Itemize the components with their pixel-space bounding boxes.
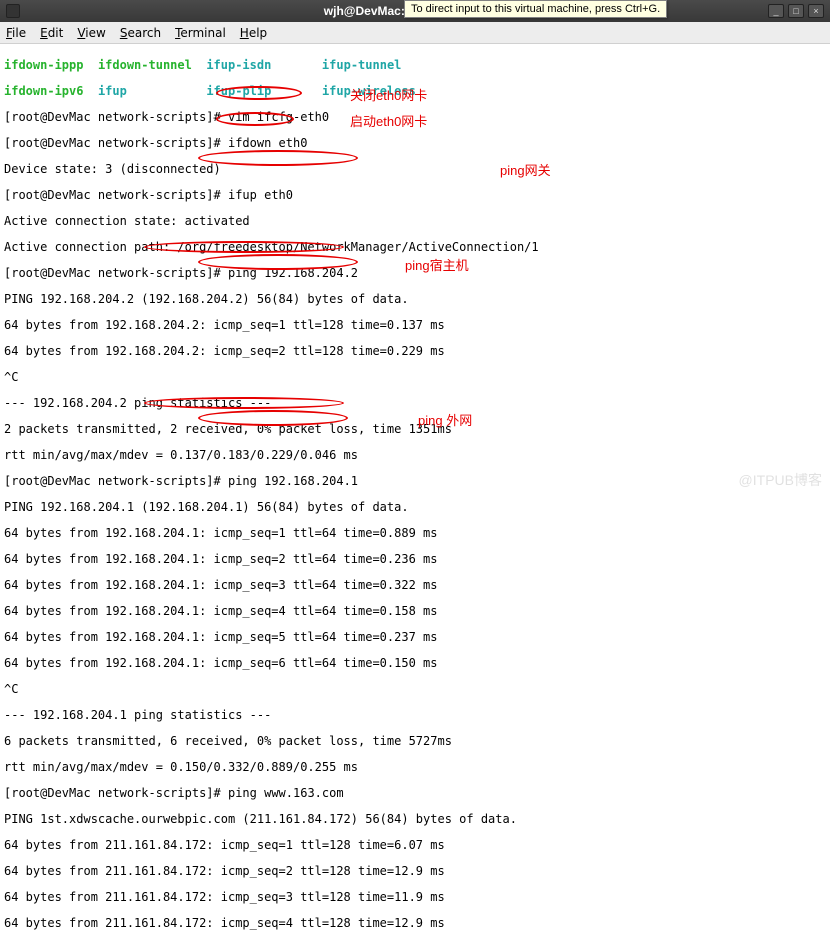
term-line: [root@DevMac network-scripts]# ping 192.… — [4, 475, 826, 488]
watermark: @ITPUB博客 — [739, 470, 822, 490]
term-line: 64 bytes from 192.168.204.1: icmp_seq=5 … — [4, 631, 826, 644]
menu-terminal[interactable]: Terminal — [175, 26, 226, 40]
term-line: 64 bytes from 192.168.204.2: icmp_seq=1 … — [4, 319, 826, 332]
terminal-area[interactable]: ifdown-ippp ifdown-tunnel ifup-isdn ifup… — [0, 44, 830, 947]
term-line: Active connection path: /org/freedesktop… — [4, 241, 826, 254]
menu-search[interactable]: Search — [120, 26, 161, 40]
menu-view[interactable]: View — [77, 26, 105, 40]
vm-tooltip: To direct input to this virtual machine,… — [404, 0, 667, 18]
term-line: 64 bytes from 192.168.204.1: icmp_seq=3 … — [4, 579, 826, 592]
term-line: ifdown-ippp ifdown-tunnel ifup-isdn ifup… — [4, 59, 826, 72]
minimize-button[interactable]: _ — [768, 4, 784, 18]
term-line: 64 bytes from 192.168.204.1: icmp_seq=4 … — [4, 605, 826, 618]
term-line: 64 bytes from 211.161.84.172: icmp_seq=4… — [4, 917, 826, 930]
term-line: --- 192.168.204.1 ping statistics --- — [4, 709, 826, 722]
term-line: PING 192.168.204.2 (192.168.204.2) 56(84… — [4, 293, 826, 306]
term-line: ifdown-ipv6 ifup ifup-plip ifup-wireless — [4, 85, 826, 98]
terminal-icon — [6, 4, 20, 18]
term-line: rtt min/avg/max/mdev = 0.150/0.332/0.889… — [4, 761, 826, 774]
term-line: rtt min/avg/max/mdev = 0.137/0.183/0.229… — [4, 449, 826, 462]
close-button[interactable]: × — [808, 4, 824, 18]
term-line: Active connection state: activated — [4, 215, 826, 228]
term-line: 64 bytes from 211.161.84.172: icmp_seq=3… — [4, 891, 826, 904]
term-line: [root@DevMac network-scripts]# ifdown et… — [4, 137, 826, 150]
term-line: --- 192.168.204.2 ping statistics --- — [4, 397, 826, 410]
menu-file[interactable]: File — [6, 26, 26, 40]
term-line: 6 packets transmitted, 6 received, 0% pa… — [4, 735, 826, 748]
term-line: ^C — [4, 683, 826, 696]
term-line: 2 packets transmitted, 2 received, 0% pa… — [4, 423, 826, 436]
menu-help[interactable]: Help — [240, 26, 267, 40]
term-line: PING 1st.xdwscache.ourwebpic.com (211.16… — [4, 813, 826, 826]
term-line: 64 bytes from 192.168.204.2: icmp_seq=2 … — [4, 345, 826, 358]
term-line: 64 bytes from 192.168.204.1: icmp_seq=6 … — [4, 657, 826, 670]
term-line: [root@DevMac network-scripts]# ifup eth0 — [4, 189, 826, 202]
term-line: [root@DevMac network-scripts]# vim ifcfg… — [4, 111, 826, 124]
term-line: [root@DevMac network-scripts]# ping www.… — [4, 787, 826, 800]
menu-edit[interactable]: Edit — [40, 26, 63, 40]
term-line: [root@DevMac network-scripts]# ping 192.… — [4, 267, 826, 280]
term-line: 64 bytes from 211.161.84.172: icmp_seq=1… — [4, 839, 826, 852]
term-line: 64 bytes from 192.168.204.1: icmp_seq=1 … — [4, 527, 826, 540]
term-line: 64 bytes from 211.161.84.172: icmp_seq=2… — [4, 865, 826, 878]
term-line: Device state: 3 (disconnected) — [4, 163, 826, 176]
menu-bar: File Edit View Search Terminal Help — [0, 22, 830, 44]
term-line: 64 bytes from 192.168.204.1: icmp_seq=2 … — [4, 553, 826, 566]
maximize-button[interactable]: □ — [788, 4, 804, 18]
term-line: ^C — [4, 371, 826, 384]
